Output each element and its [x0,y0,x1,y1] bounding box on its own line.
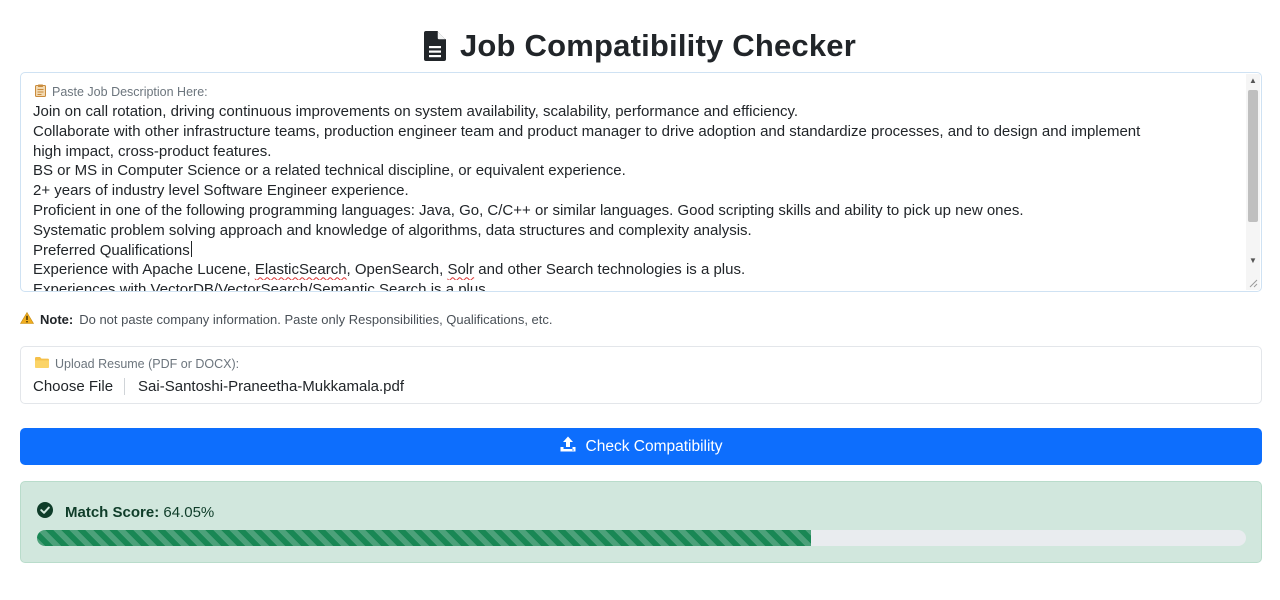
job-description-label: Paste Job Description Here: [35,84,208,100]
note-bold: Note: [40,312,74,327]
jd-line-text: Preferred Qualifications [33,241,190,259]
match-score-value: 64.05% [163,503,215,521]
job-description-label-text: Paste Job Description Here: [52,85,208,99]
document-icon [423,31,446,61]
spellcheck-word: Solr [447,261,475,279]
jd-line: 2+ years of industry level Software Engi… [33,182,409,200]
check-circle-icon [37,502,53,522]
jd-line-caret: Preferred Qualifications [33,240,1238,261]
scroll-thumb[interactable] [1248,90,1258,222]
selected-file-name: Sai-Santoshi-Praneetha-Mukkamala.pdf [138,377,405,395]
jd-line: high impact, cross-product features. [33,142,272,160]
scroll-down-arrow-icon[interactable]: ▼ [1246,254,1260,268]
jd-line: Proficient in one of the following progr… [33,201,1024,219]
upload-label-text: Upload Resume (PDF or DOCX): [55,357,240,371]
page-title: Job Compatibility Checker [459,28,857,63]
spellcheck-word: ElasticSearch [254,261,347,279]
choose-file-button[interactable]: Choose File [33,377,126,395]
text-caret [190,240,192,257]
jd-line-spellcheck: Experience with Apache Lucene, ElasticSe… [33,261,746,279]
note-text: Do not paste company information. Paste … [79,312,553,327]
textarea-scrollbar[interactable]: ▲ ▼ [1246,74,1260,290]
jd-line: Systematic problem solving approach and … [33,221,752,239]
job-description-text[interactable]: Join on call rotation, driving continuou… [33,102,1238,292]
match-result-alert: Match Score: 64.05% [20,481,1262,563]
jd-line: Collaborate with other infrastructure te… [33,122,1141,140]
match-score-label: Match Score: [65,503,160,521]
jd-line: Join on call rotation, driving continuou… [33,103,799,120]
folder-icon [35,357,49,371]
page-header: Job Compatibility Checker [0,26,1280,66]
job-description-textarea[interactable]: Paste Job Description Here: Join on call… [20,72,1262,292]
match-score-progress [37,530,1246,546]
check-compatibility-label: Check Compatibility [585,437,723,455]
match-score-row: Match Score: 64.05% [37,502,214,522]
file-input[interactable]: Choose File Sai-Santoshi-Praneetha-Mukka… [33,375,404,397]
check-compatibility-button[interactable]: Check Compatibility [20,428,1262,465]
upload-label: Upload Resume (PDF or DOCX): [35,357,239,371]
jd-line: Experiences with VectorDB/VectorSearch/S… [33,281,490,292]
match-score-progress-fill [37,530,812,546]
resume-upload-card: Upload Resume (PDF or DOCX): Choose File… [20,346,1262,404]
resize-grip-icon[interactable] [1248,278,1258,288]
clipboard-icon [35,84,46,100]
jd-line: BS or MS in Computer Science or a relate… [33,162,626,180]
upload-icon [560,436,576,457]
warning-icon [19,311,35,327]
scroll-up-arrow-icon[interactable]: ▲ [1246,74,1260,88]
note-message: Note: Do not paste company information. … [19,311,553,327]
